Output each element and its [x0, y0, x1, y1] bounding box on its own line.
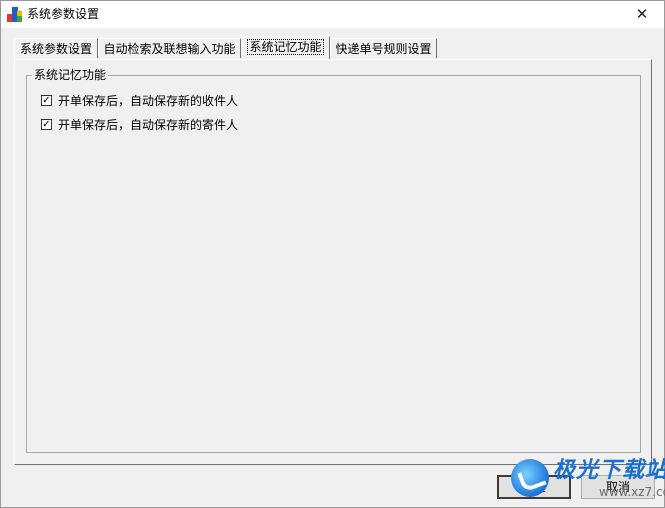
tab-label: 自动检索及联想输入功能 [103, 42, 236, 56]
groupbox-title: 系统记忆功能 [32, 67, 109, 83]
title-bar[interactable]: 系统参数设置 ✕ [1, 1, 664, 28]
tab-panel: 系统记忆功能 ✓ 开单保存后，自动保存新的收件人 ✓ 开单保存后，自动保存新的寄… [14, 59, 652, 465]
checkmark-icon: ✓ [42, 95, 51, 106]
close-button[interactable]: ✕ [620, 1, 664, 28]
app-logo-icon [7, 7, 22, 22]
ok-button[interactable]: 确定 [497, 475, 571, 499]
tab-system-params[interactable]: 系统参数设置 [14, 38, 98, 58]
tab-auto-search[interactable]: 自动检索及联想输入功能 [98, 38, 241, 58]
checkbox-save-recipient[interactable]: ✓ [41, 95, 52, 106]
tab-label: 系统记忆功能 [247, 39, 324, 55]
checkbox-label: 开单保存后，自动保存新的收件人 [58, 94, 239, 108]
checkbox-save-sender[interactable]: ✓ [41, 119, 52, 130]
window-title: 系统参数设置 [27, 7, 100, 21]
close-icon: ✕ [635, 5, 649, 23]
checkbox-label: 开单保存后，自动保存新的寄件人 [58, 118, 239, 132]
tab-label: 系统参数设置 [19, 42, 92, 56]
settings-dialog: 系统参数设置 ✕ 系统参数设置 自动检索及联想输入功能 系统记忆功能 快递单号规… [0, 0, 665, 508]
cancel-button[interactable]: 取消 [581, 475, 655, 499]
tab-system-memory[interactable]: 系统记忆功能 [241, 36, 330, 59]
tab-label: 快递单号规则设置 [335, 42, 432, 56]
checkmark-icon: ✓ [42, 119, 51, 130]
tab-tracking-number-rules[interactable]: 快递单号规则设置 [330, 38, 437, 58]
memory-groupbox: 系统记忆功能 ✓ 开单保存后，自动保存新的收件人 ✓ 开单保存后，自动保存新的寄… [26, 67, 641, 453]
